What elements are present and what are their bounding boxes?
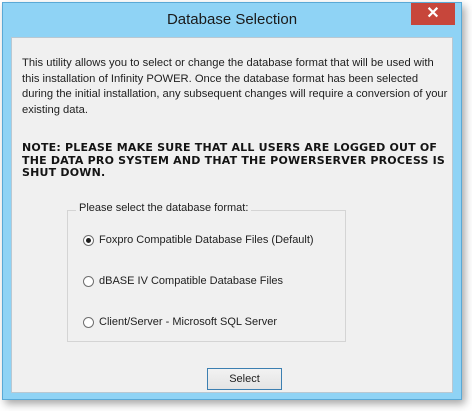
radio-foxpro[interactable] xyxy=(83,234,94,246)
warning-note: NOTE: PLEASE MAKE SURE THAT ALL USERS AR… xyxy=(22,141,446,179)
radio-dbase[interactable] xyxy=(83,275,94,287)
database-format-group: Please select the database format: Foxpr… xyxy=(67,202,346,342)
close-icon[interactable]: ✕ xyxy=(411,3,455,25)
title-bar[interactable]: Database Selection ✕ xyxy=(3,3,461,37)
select-button[interactable]: Select xyxy=(207,368,282,390)
group-label: Please select the database format: xyxy=(76,202,252,214)
option-sql-server-label: Client/Server - Microsoft SQL Server xyxy=(99,316,278,328)
dialog-body: This utility allows you to select or cha… xyxy=(11,37,453,393)
option-dbase[interactable]: dBASE IV Compatible Database Files xyxy=(83,273,283,289)
intro-text: This utility allows you to select or cha… xyxy=(22,57,448,116)
database-selection-dialog: Database Selection ✕ This utility allows… xyxy=(2,2,462,400)
radio-sql-server[interactable] xyxy=(83,316,94,328)
option-sql-server[interactable]: Client/Server - Microsoft SQL Server xyxy=(83,314,277,330)
option-foxpro-label: Foxpro Compatible Database Files (Defaul… xyxy=(99,234,314,246)
dialog-title: Database Selection xyxy=(166,11,298,28)
option-dbase-label: dBASE IV Compatible Database Files xyxy=(99,275,284,287)
option-foxpro[interactable]: Foxpro Compatible Database Files (Defaul… xyxy=(83,232,314,248)
